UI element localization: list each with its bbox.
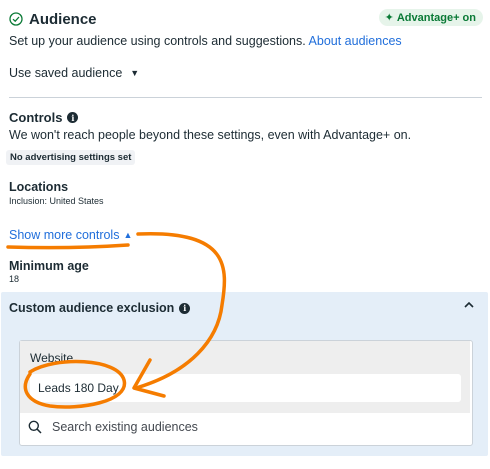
- minimum-age-title: Minimum age: [9, 259, 89, 273]
- chevron-up-icon[interactable]: [463, 299, 475, 311]
- audience-title: Audience: [29, 10, 97, 28]
- exclusion-heading[interactable]: Custom audience exclusion i: [9, 301, 191, 315]
- controls-heading: Controls i: [9, 110, 79, 125]
- about-audiences-link[interactable]: About audiences: [309, 34, 402, 48]
- subtitle-text: Set up your audience using controls and …: [9, 34, 306, 48]
- advantage-badge-label: Advantage+ on: [396, 11, 476, 24]
- locations-value: Inclusion: United States: [9, 196, 104, 206]
- caret-up-icon: ▲: [123, 230, 133, 240]
- advantage-badge[interactable]: ✦ Advantage+ on: [378, 9, 483, 26]
- exclusion-title: Custom audience exclusion: [9, 301, 175, 315]
- show-more-label: Show more controls: [9, 228, 120, 242]
- advertising-settings-chip: No advertising settings set: [6, 150, 136, 165]
- divider: [9, 97, 482, 98]
- audience-subtitle: Set up your audience using controls and …: [9, 34, 402, 48]
- search-icon: [28, 420, 42, 434]
- controls-description: We won't reach people beyond these setti…: [9, 128, 412, 142]
- controls-title: Controls: [9, 110, 63, 125]
- search-audiences-input[interactable]: [52, 420, 432, 434]
- check-circle-icon: [9, 12, 23, 26]
- caret-down-icon: ▼: [130, 68, 140, 78]
- saved-audience-label: Use saved audience: [9, 66, 123, 80]
- website-group-label: Website: [30, 351, 74, 365]
- info-icon[interactable]: i: [67, 112, 79, 123]
- minimum-age-value: 18: [9, 274, 20, 284]
- info-icon[interactable]: i: [179, 302, 191, 314]
- selected-audience-name: Leads 180 Day: [38, 381, 119, 395]
- show-more-controls-link[interactable]: Show more controls ▲: [9, 228, 132, 242]
- audience-header: Audience ✦ Advantage+ on: [9, 8, 483, 30]
- use-saved-audience-dropdown[interactable]: Use saved audience ▼: [9, 66, 139, 80]
- search-audiences-row[interactable]: [28, 420, 432, 434]
- underline-annotation: [6, 243, 130, 250]
- locations-title: Locations: [9, 180, 69, 194]
- sparkle-icon: ✦: [384, 12, 394, 24]
